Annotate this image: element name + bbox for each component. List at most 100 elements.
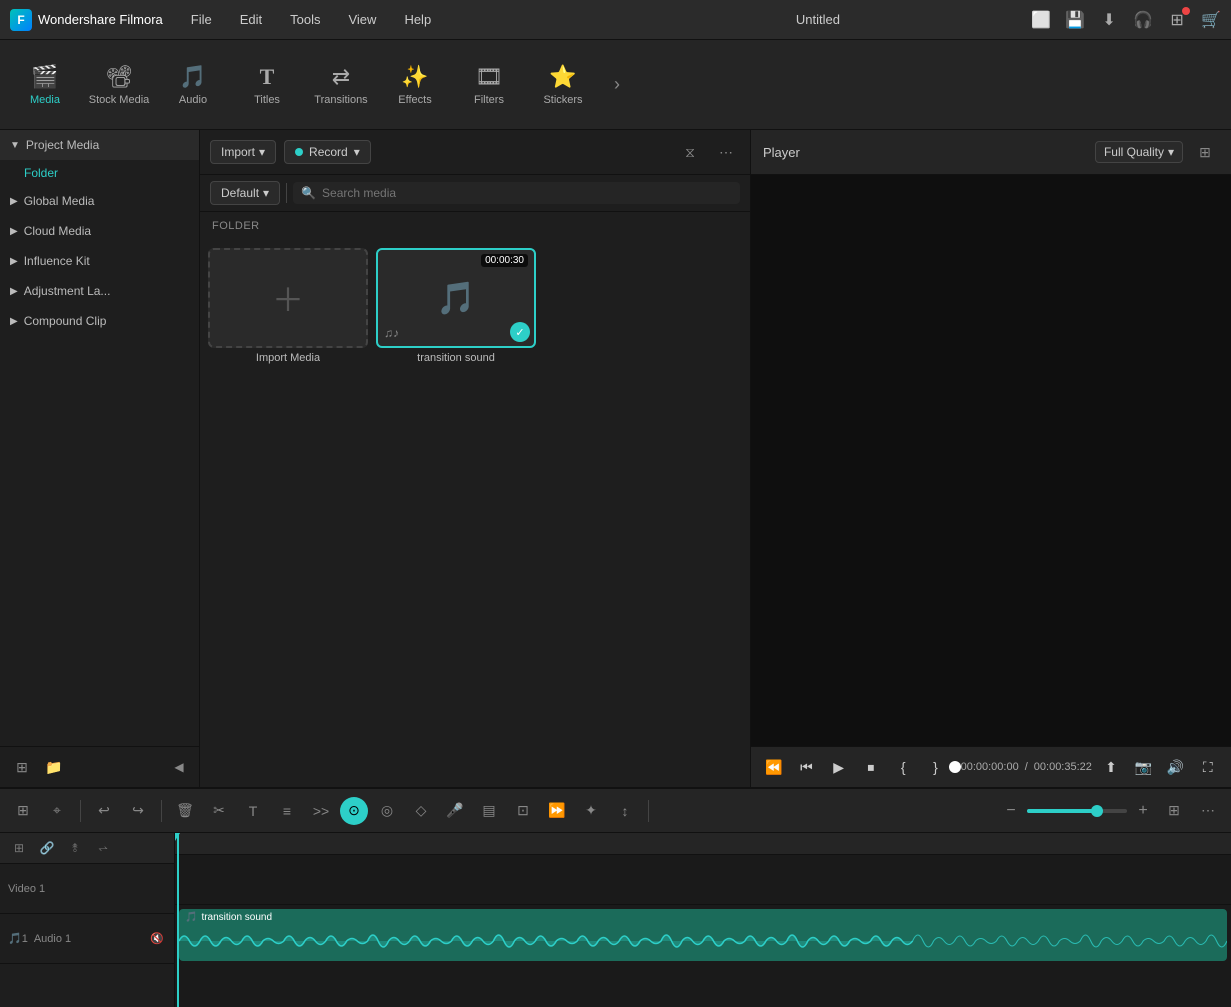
- tool-filters[interactable]: 🎞 Filters: [454, 45, 524, 125]
- tl-more-button[interactable]: ⋯: [1193, 796, 1223, 826]
- step-back-button[interactable]: ⏮: [793, 753, 819, 781]
- layout-icon[interactable]: ⊞: [1167, 10, 1187, 30]
- tl-caption-button[interactable]: ▤: [474, 796, 504, 826]
- audio-number-icon: 🎵1: [8, 932, 28, 945]
- tl-divider-1: [80, 800, 81, 822]
- menu-view[interactable]: View: [336, 8, 388, 31]
- zoom-handle[interactable]: [1091, 805, 1103, 817]
- save-icon[interactable]: 💾: [1065, 10, 1085, 30]
- tool-titles[interactable]: T Titles: [232, 45, 302, 125]
- quality-select[interactable]: Full Quality ▾: [1095, 141, 1183, 163]
- volume-button[interactable]: 🔊: [1162, 753, 1188, 781]
- preview-settings-icon[interactable]: ⊞: [1191, 138, 1219, 166]
- add-to-timeline-button[interactable]: ⬆: [1098, 753, 1124, 781]
- tl-split-audio-button[interactable]: ↕: [610, 796, 640, 826]
- tl-skip-button[interactable]: >>: [306, 796, 336, 826]
- stop-button[interactable]: ⏹: [858, 753, 884, 781]
- section-compound-clip[interactable]: ▶ Compound Clip: [0, 306, 199, 336]
- section-influence-kit[interactable]: ▶ Influence Kit: [0, 246, 199, 276]
- tl-speed-button[interactable]: ⏩: [542, 796, 572, 826]
- track-split-down-icon[interactable]: ⥋: [92, 837, 114, 859]
- import-media-thumb[interactable]: ＋: [208, 248, 368, 348]
- audio-media-thumb[interactable]: 00:00:30 🎵 ♫♪ ✓: [376, 248, 536, 348]
- tl-detect-button[interactable]: ⊡: [508, 796, 538, 826]
- tool-stickers[interactable]: ⭐ Stickers: [528, 45, 598, 125]
- zoom-slider[interactable]: [1027, 809, 1127, 813]
- tl-active-button[interactable]: ⊙: [340, 797, 368, 825]
- zoom-in-button[interactable]: +: [1131, 799, 1155, 823]
- audio-track-info: Audio 1: [34, 933, 71, 945]
- panel-bottom-icons: ⊞ 📁 ◀: [0, 746, 199, 787]
- download-icon[interactable]: ⬇: [1099, 10, 1119, 30]
- import-label: Import: [221, 145, 255, 159]
- zoom-out-button[interactable]: −: [999, 799, 1023, 823]
- tool-stock-media[interactable]: 📽 Stock Media: [84, 45, 154, 125]
- tl-divider-3: [648, 800, 649, 822]
- tl-mark-button[interactable]: ◇: [406, 796, 436, 826]
- tool-transitions[interactable]: ⇄ Transitions: [306, 45, 376, 125]
- search-input[interactable]: [322, 186, 732, 200]
- more-tools-button[interactable]: ›: [602, 45, 632, 125]
- app-name: Wondershare Filmora: [38, 12, 163, 27]
- more-options-icon[interactable]: ⋯: [712, 138, 740, 166]
- restore-icon[interactable]: ⬜: [1031, 10, 1051, 30]
- tl-undo-button[interactable]: ↩: [89, 796, 119, 826]
- selected-checkmark-icon: ✓: [510, 322, 530, 342]
- folder-item[interactable]: Folder: [0, 160, 199, 186]
- menu-help[interactable]: Help: [392, 8, 443, 31]
- panel-collapse-button[interactable]: ◀: [169, 757, 189, 777]
- media-panel: Import ▾ Record ▾ ⧖ ⋯ Default ▾ 🔍 FOLDE: [200, 130, 751, 787]
- add-folder-icon[interactable]: ⊞: [10, 755, 34, 779]
- tool-titles-label: Titles: [254, 94, 280, 106]
- total-time: 00:00:35:22: [1034, 761, 1092, 773]
- play-button[interactable]: ▶: [826, 753, 852, 781]
- mark-in-button[interactable]: {: [890, 753, 916, 781]
- tl-color-button[interactable]: ◎: [372, 796, 402, 826]
- tool-audio[interactable]: 🎵 Audio: [158, 45, 228, 125]
- tl-snap-button[interactable]: ⌖: [42, 796, 72, 826]
- tool-media[interactable]: 🎬 Media: [10, 45, 80, 125]
- expand-arrow-global-media: ▶: [10, 196, 18, 207]
- audio-waveform: [179, 926, 1227, 956]
- fullscreen-button[interactable]: ⛶: [1195, 753, 1221, 781]
- menu-file[interactable]: File: [179, 8, 224, 31]
- video-track-area[interactable]: [175, 855, 1231, 905]
- cart-icon[interactable]: 🛒: [1201, 10, 1221, 30]
- snapshot-button[interactable]: 📷: [1130, 753, 1156, 781]
- audio-clip[interactable]: 🎵 transition sound: [179, 909, 1227, 961]
- audio-mute-icon[interactable]: 🔇: [148, 930, 166, 948]
- menu-edit[interactable]: Edit: [228, 8, 274, 31]
- tl-fx-button[interactable]: ✦: [576, 796, 606, 826]
- tl-audio-button[interactable]: 🎤: [440, 796, 470, 826]
- progress-handle[interactable]: [949, 761, 961, 773]
- tl-redo-button[interactable]: ↪: [123, 796, 153, 826]
- new-folder-icon[interactable]: 📁: [42, 755, 66, 779]
- tl-cut-button[interactable]: ✂: [204, 796, 234, 826]
- filter-icon[interactable]: ⧖: [676, 138, 704, 166]
- track-add-icon[interactable]: ⊞: [8, 837, 30, 859]
- section-project-media[interactable]: ▼ Project Media: [0, 130, 199, 160]
- audio-track-name: Audio 1: [34, 933, 71, 945]
- rewind-button[interactable]: ⏪: [761, 753, 787, 781]
- track-link-icon[interactable]: 🔗: [36, 837, 58, 859]
- stickers-icon: ⭐: [549, 64, 576, 90]
- audio-track-area[interactable]: 🎵 transition sound: [175, 905, 1231, 965]
- default-button[interactable]: Default ▾: [210, 181, 280, 205]
- tl-layout-toggle[interactable]: ⊞: [8, 796, 38, 826]
- import-button[interactable]: Import ▾: [210, 140, 276, 164]
- track-split-up-icon[interactable]: ⥉: [64, 837, 86, 859]
- headphone-icon[interactable]: 🎧: [1133, 10, 1153, 30]
- tl-title-button[interactable]: T: [238, 796, 268, 826]
- tool-effects[interactable]: ✨ Effects: [380, 45, 450, 125]
- video-track-label: Video 1: [0, 864, 174, 914]
- search-icon: 🔍: [301, 186, 316, 200]
- section-global-media[interactable]: ▶ Global Media: [0, 186, 199, 216]
- section-adjustment-layer[interactable]: ▶ Adjustment La...: [0, 276, 199, 306]
- section-cloud-media[interactable]: ▶ Cloud Media: [0, 216, 199, 246]
- mark-out-button[interactable]: }: [922, 753, 948, 781]
- tl-grid-button[interactable]: ⊞: [1159, 796, 1189, 826]
- record-button[interactable]: Record ▾: [284, 140, 371, 164]
- tl-delete-button[interactable]: 🗑: [170, 796, 200, 826]
- menu-tools[interactable]: Tools: [278, 8, 332, 31]
- tl-text-button[interactable]: ≡: [272, 796, 302, 826]
